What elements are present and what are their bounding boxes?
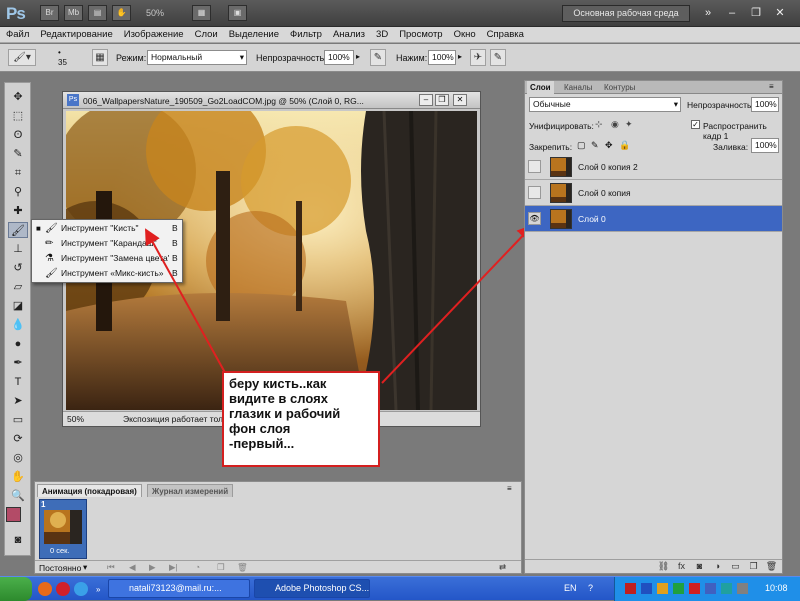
annotation-callout: беру кисть..как видите в слоях глазик и … <box>222 371 380 467</box>
lock-pixels-icon[interactable]: ✎ <box>591 140 599 151</box>
tab-channels[interactable]: Каналы <box>561 81 595 94</box>
frame-thumbnail <box>44 510 82 544</box>
frame-number: 1 <box>41 500 46 509</box>
start-button[interactable] <box>0 577 32 601</box>
ie-icon[interactable] <box>74 582 88 596</box>
acrobat-icon[interactable] <box>689 583 700 594</box>
new-group-icon[interactable]: ▭ <box>729 561 742 572</box>
fill-label: Заливка: <box>713 142 749 152</box>
help-icon[interactable]: ? <box>588 583 593 593</box>
layer-blend-mode-select[interactable]: Обычные ▾ <box>529 97 681 112</box>
fill-input[interactable]: 100% <box>751 138 779 153</box>
layer-row[interactable]: Слой 0 копия 2 <box>525 154 782 180</box>
chevron-down-icon: ▾ <box>673 99 678 109</box>
arrow-to-brush-tool <box>145 228 229 379</box>
task-photoshop[interactable]: Adobe Photoshop CS... <box>254 579 370 598</box>
tab-paths[interactable]: Контуры <box>601 81 638 94</box>
system-tray: 10:08 <box>614 577 800 601</box>
layers-tabbar: Слои Каналы Контуры ≡ <box>525 81 782 94</box>
volume-icon[interactable] <box>737 583 748 594</box>
language-indicator[interactable]: EN <box>564 583 577 593</box>
layer-name: Слой 0 копия 2 <box>578 162 638 172</box>
unify-visibility-icon[interactable]: ◉ <box>611 119 619 130</box>
layer-style-icon[interactable]: fx <box>675 561 688 572</box>
first-frame-icon[interactable]: ⏮ <box>107 562 115 573</box>
panel-menu-icon[interactable]: ≡ <box>507 484 512 493</box>
callout-line: -первый... <box>229 436 295 451</box>
tab-layers[interactable]: Слои <box>527 81 554 94</box>
next-frame-icon[interactable]: ▶| <box>169 562 178 573</box>
display-icon[interactable] <box>705 583 716 594</box>
callout-line: фон слоя <box>229 421 291 436</box>
layer-name: Слой 0 копия <box>578 188 631 198</box>
arrow-to-layer <box>381 224 534 384</box>
link-layers-icon[interactable]: ⛓ <box>657 561 670 572</box>
chevron-down-icon[interactable]: ▾ <box>83 562 87 573</box>
unify-style-icon[interactable]: ✦ <box>625 119 633 130</box>
layer-row-selected[interactable]: 👁 Слой 0 <box>525 206 782 232</box>
unify-position-icon[interactable]: ⊹ <box>595 119 603 130</box>
quicklaunch-more-icon[interactable]: » <box>96 585 100 594</box>
lock-position-icon[interactable]: ✥ <box>605 140 613 151</box>
layer-mask-icon[interactable]: ◙ <box>693 561 706 572</box>
windows-taskbar: » natali73123@mail.ru:... Adobe Photosho… <box>0 576 800 601</box>
update-icon[interactable] <box>657 583 668 594</box>
opera-icon[interactable] <box>56 582 70 596</box>
visibility-toggle[interactable] <box>528 186 541 199</box>
delete-layer-icon[interactable]: 🗑 <box>765 561 778 572</box>
delete-frame-icon[interactable]: 🗑 <box>237 562 248 573</box>
layer-opacity-label: Непрозрачность: <box>687 100 754 110</box>
duplicate-frame-icon[interactable]: ❐ <box>217 562 225 573</box>
layer-thumbnail <box>550 209 572 229</box>
firefox-icon[interactable] <box>38 582 52 596</box>
layers-footer: ⛓ fx ◙ ◑ ▭ ❐ 🗑 <box>525 559 782 573</box>
animation-panel: Анимация (покадровая) Журнал измерений ≡… <box>34 481 522 574</box>
panel-menu-icon[interactable]: ≡ <box>769 82 774 91</box>
play-icon[interactable]: ▶ <box>149 562 156 573</box>
lock-transparency-icon[interactable]: ▢ <box>577 140 586 151</box>
network-icon[interactable] <box>641 583 652 594</box>
lock-all-icon[interactable]: 🔒 <box>619 140 630 151</box>
layer-thumbnail <box>550 183 572 203</box>
tray-app-icon[interactable] <box>721 583 732 594</box>
antivirus-icon[interactable] <box>625 583 636 594</box>
layer-name: Слой 0 <box>578 214 606 224</box>
layer-thumbnail <box>550 157 572 177</box>
convert-timeline-icon[interactable]: ⇄ <box>499 562 506 573</box>
eye-icon[interactable]: 👁 <box>528 212 541 225</box>
tween-icon[interactable]: ◔ <box>195 562 200 572</box>
lock-label: Закрепить: <box>529 142 573 152</box>
callout-line: глазик и рабочий <box>229 406 341 421</box>
layer-row[interactable]: Слой 0 копия <box>525 180 782 206</box>
callout-line: беру кисть..как <box>229 376 327 391</box>
new-layer-icon[interactable]: ❐ <box>747 561 760 572</box>
callout-line: видите в слоях <box>229 391 328 406</box>
tab-measurement-log[interactable]: Журнал измерений <box>147 484 234 497</box>
adjustment-layer-icon[interactable]: ◑ <box>711 561 724 572</box>
prev-frame-icon[interactable]: ◀ <box>129 562 136 573</box>
task-email[interactable]: natali73123@mail.ru:... <box>108 579 250 598</box>
messenger-icon[interactable] <box>673 583 684 594</box>
animation-frame[interactable]: 1 0 сек. <box>39 499 87 559</box>
clock: 10:08 <box>765 583 788 593</box>
layer-opacity-input[interactable]: 100% <box>751 97 779 112</box>
loop-select[interactable]: Постоянно <box>39 563 81 573</box>
unify-label: Унифицировать: <box>529 121 594 131</box>
frame-delay[interactable]: 0 сек. <box>50 546 70 555</box>
tab-animation[interactable]: Анимация (покадровая) <box>37 484 142 497</box>
blend-mode-value: Обычные <box>533 99 571 109</box>
propagate-frame-checkbox[interactable]: ✓ <box>691 120 700 129</box>
visibility-toggle[interactable] <box>528 160 541 173</box>
layers-panel: Слои Каналы Контуры ≡ Обычные ▾ Непрозрач… <box>524 80 783 574</box>
animation-footer: Постоянно ▾ ⏮ ◀ ▶ ▶| ◔ ❐ 🗑 ⇄ <box>35 560 521 574</box>
